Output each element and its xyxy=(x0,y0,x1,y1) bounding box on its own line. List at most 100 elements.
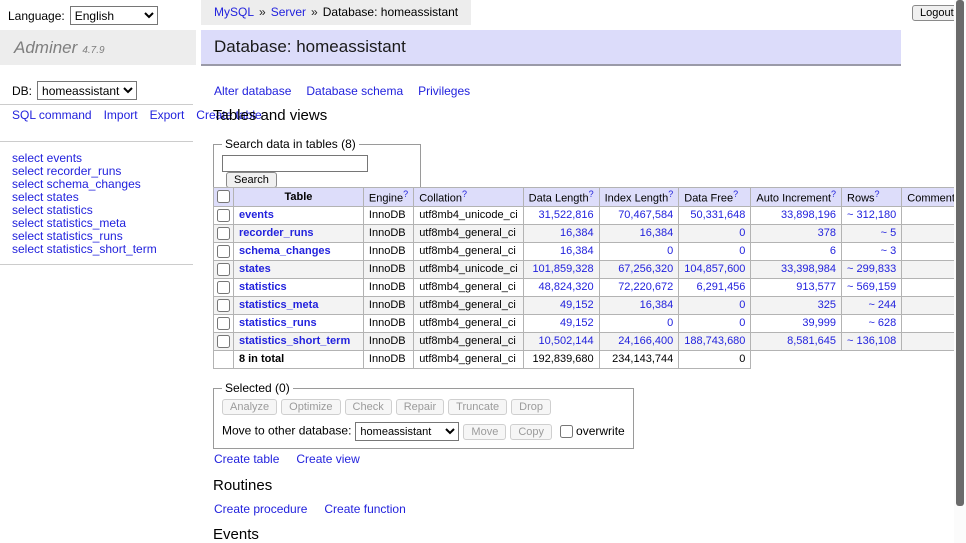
selected-buttons-row: AnalyzeOptimize CheckRepairTruncateDrop xyxy=(222,399,625,415)
cell-collation: utf8mb4_general_ci xyxy=(414,224,523,242)
sidebar-link-sql-command[interactable]: SQL command xyxy=(12,108,92,122)
cell-engine: InnoDB xyxy=(363,350,413,368)
db-selector-row: DB:homeassistant xyxy=(12,81,137,100)
cell-total-label: 8 in total xyxy=(233,350,363,368)
cell-data-length: 10,502,144 xyxy=(523,332,599,350)
cell-rows: ~ 628 xyxy=(842,314,902,332)
row-checkbox[interactable] xyxy=(217,317,230,330)
move-db-select[interactable]: homeassistant xyxy=(355,422,459,441)
table-link-recorder-runs[interactable]: recorder_runs xyxy=(239,227,314,239)
column-help-link[interactable]: ? xyxy=(589,189,594,199)
sidebar-actions: SQL commandImportExportCreate table xyxy=(12,108,194,122)
analyze-button[interactable]: Analyze xyxy=(222,399,277,415)
breadcrumb-link-mysql[interactable]: MySQL xyxy=(214,5,254,19)
cell-table-name: statistics_runs xyxy=(233,314,363,332)
repair-button[interactable]: Repair xyxy=(396,399,444,415)
create-table-link[interactable]: Create table xyxy=(214,452,279,466)
column-help-link[interactable]: ? xyxy=(462,189,467,199)
select-all-checkbox[interactable] xyxy=(217,190,230,203)
cell-index-length: 234,143,744 xyxy=(599,350,679,368)
move-row: Move to other database: homeassistantMove… xyxy=(222,422,625,441)
selected-legend: Selected (0) xyxy=(222,381,293,395)
tables-list: TableEngine?Collation?Data Length?Index … xyxy=(213,187,966,369)
sidebar-link-import[interactable]: Import xyxy=(104,108,138,122)
cell-table-name: statistics_short_term xyxy=(233,332,363,350)
table-link-events[interactable]: events xyxy=(239,209,274,221)
cell-table-name: schema_changes xyxy=(233,242,363,260)
cell-collation: utf8mb4_general_ci xyxy=(414,278,523,296)
cell-engine: InnoDB xyxy=(363,314,413,332)
row-checkbox[interactable] xyxy=(217,335,230,348)
truncate-button[interactable]: Truncate xyxy=(448,399,507,415)
adminer-version: 4.7.9 xyxy=(82,45,104,56)
create-procedure-link[interactable]: Create procedure xyxy=(214,502,307,516)
table-row-statistics-meta: statistics_metaInnoDButf8mb4_general_ci4… xyxy=(214,296,966,314)
cell-data-length: 192,839,680 xyxy=(523,350,599,368)
row-checkbox[interactable] xyxy=(217,263,230,276)
total-checkbox-cell xyxy=(214,350,234,368)
breadcrumb-current: Database: homeassistant xyxy=(323,5,458,19)
move-label: Move to other database: xyxy=(222,424,351,438)
table-link-statistics-runs[interactable]: statistics_runs xyxy=(239,317,317,329)
cell-collation: utf8mb4_general_ci xyxy=(414,242,523,260)
vertical-scrollbar xyxy=(954,0,966,543)
table-link-statistics-meta[interactable]: statistics_meta xyxy=(239,299,319,311)
search-button[interactable]: Search xyxy=(226,172,277,188)
table-link-schema-changes[interactable]: schema_changes xyxy=(239,245,331,257)
link-database-schema[interactable]: Database schema xyxy=(306,84,403,98)
cell-data-free: 0 xyxy=(679,314,751,332)
cell-index-length: 72,220,672 xyxy=(599,278,679,296)
column-help-link[interactable]: ? xyxy=(668,189,673,199)
column-header-label: Data Length xyxy=(529,193,589,205)
column-help-link[interactable]: ? xyxy=(831,189,836,199)
scrollbar-thumb[interactable] xyxy=(956,0,964,506)
column-help-sup: ? xyxy=(462,189,467,199)
table-link-states[interactable]: states xyxy=(239,263,271,275)
cell-rows: ~ 569,159 xyxy=(842,278,902,296)
row-checkbox[interactable] xyxy=(217,209,230,222)
adminer-logo[interactable]: Adminer xyxy=(14,38,77,57)
link-alter-database[interactable]: Alter database xyxy=(214,84,291,98)
create-function-link[interactable]: Create function xyxy=(324,502,405,516)
drop-button[interactable]: Drop xyxy=(511,399,551,415)
breadcrumb-link-server[interactable]: Server xyxy=(271,5,306,19)
cell-engine: InnoDB xyxy=(363,332,413,350)
language-select[interactable]: English xyxy=(70,6,158,25)
row-checkbox[interactable] xyxy=(217,281,230,294)
column-header-label: Table xyxy=(284,191,312,203)
row-checkbox[interactable] xyxy=(217,245,230,258)
row-checkbox-cell xyxy=(214,224,234,242)
check-button[interactable]: Check xyxy=(345,399,392,415)
sidebar-select-statistics-short-term[interactable]: select statistics_short_term xyxy=(12,243,157,256)
optimize-button[interactable]: Optimize xyxy=(281,399,340,415)
link-privileges[interactable]: Privileges xyxy=(418,84,470,98)
copy-button[interactable]: Copy xyxy=(510,424,552,440)
table-link-statistics-short-term[interactable]: statistics_short_term xyxy=(239,335,350,347)
db-select[interactable]: homeassistant xyxy=(37,81,137,100)
sidebar-link-export[interactable]: Export xyxy=(150,108,185,122)
cell-table-name: states xyxy=(233,260,363,278)
cell-rows: ~ 136,108 xyxy=(842,332,902,350)
create-view-link[interactable]: Create view xyxy=(296,452,359,466)
cell-engine: InnoDB xyxy=(363,242,413,260)
move-button[interactable]: Move xyxy=(463,424,506,440)
page-title: Database: homeassistant xyxy=(201,30,901,66)
cell-auto-increment: 33,398,984 xyxy=(751,260,842,278)
search-input[interactable] xyxy=(222,155,368,172)
table-row-statistics-short-term: statistics_short_termInnoDButf8mb4_gener… xyxy=(214,332,966,350)
row-checkbox[interactable] xyxy=(217,299,230,312)
tables-table: TableEngine?Collation?Data Length?Index … xyxy=(213,187,966,369)
cell-engine: InnoDB xyxy=(363,224,413,242)
adminer-header: Adminer 4.7.9 xyxy=(0,30,196,65)
table-link-statistics[interactable]: statistics xyxy=(239,281,287,293)
column-help-link[interactable]: ? xyxy=(403,189,408,199)
row-checkbox-cell xyxy=(214,296,234,314)
column-header-index-length: Index Length? xyxy=(599,188,679,207)
column-help-link[interactable]: ? xyxy=(733,189,738,199)
row-checkbox[interactable] xyxy=(217,227,230,240)
overwrite-checkbox[interactable] xyxy=(560,425,573,438)
cell-table-name: statistics_meta xyxy=(233,296,363,314)
column-help-link[interactable]: ? xyxy=(875,189,880,199)
cell-rows: ~ 299,833 xyxy=(842,260,902,278)
column-header-auto-increment: Auto Increment? xyxy=(751,188,842,207)
